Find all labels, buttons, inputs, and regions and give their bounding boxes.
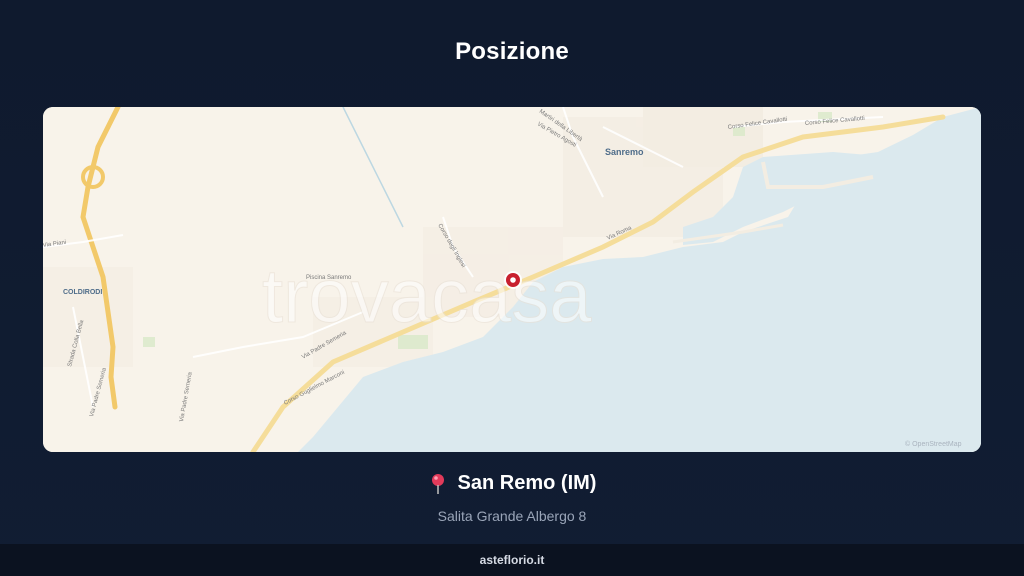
label-coldirodi: COLDIRODI <box>63 289 102 296</box>
footer-site-link[interactable]: asteflorio.it <box>480 553 545 567</box>
page-title: Posizione <box>455 38 569 65</box>
map-view[interactable]: trovacasa Sanremo COLDIRODI Corso Felice… <box>43 107 981 452</box>
map-canvas[interactable]: trovacasa Sanremo COLDIRODI Corso Felice… <box>43 107 981 452</box>
location-info: San Remo (IM) Salita Grande Albergo 8 <box>0 472 1024 524</box>
watermark-text: trovacasa <box>262 254 592 339</box>
label-piscina-sanremo: Piscina Sanremo <box>306 275 352 281</box>
location-marker[interactable] <box>504 271 522 289</box>
map-attribution: © OpenStreetMap <box>905 440 962 448</box>
label-sanremo: Sanremo <box>605 147 644 157</box>
location-address: Salita Grande Albergo 8 <box>437 507 587 524</box>
footer: asteflorio.it <box>0 544 1024 576</box>
map-pin-icon <box>428 473 448 495</box>
location-city: San Remo (IM) <box>457 472 597 494</box>
